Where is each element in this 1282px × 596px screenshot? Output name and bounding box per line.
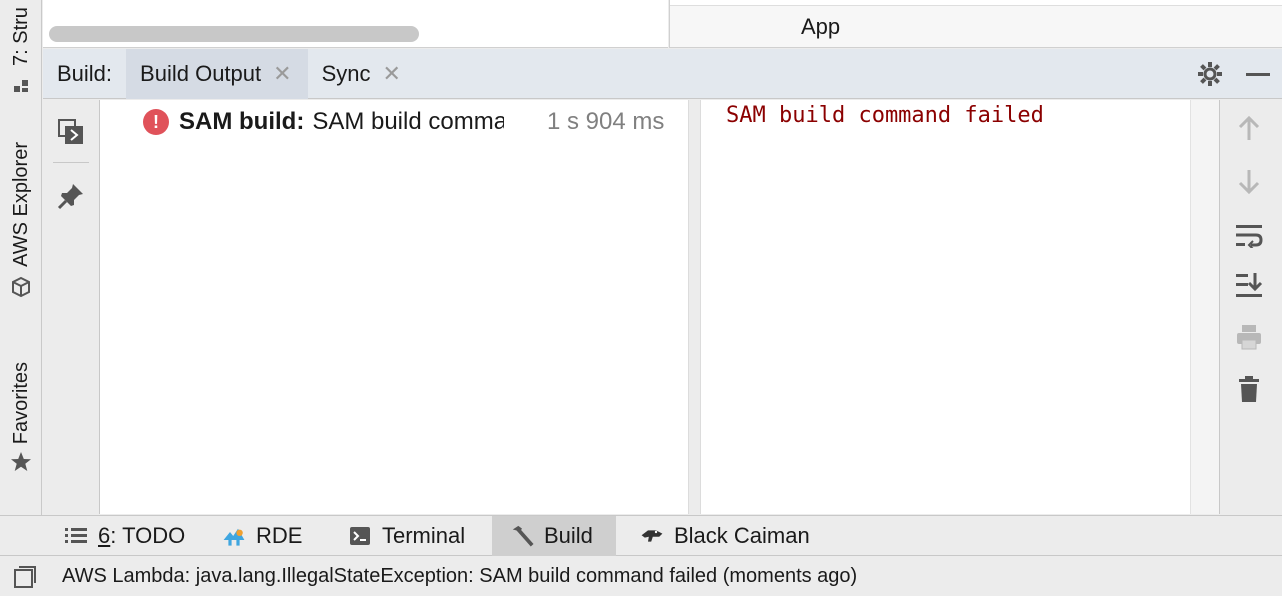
toggle-view-icon[interactable] [55, 116, 87, 148]
terminal-icon [348, 524, 372, 548]
print-icon[interactable] [1234, 322, 1264, 352]
build-tool-window-body: ! SAM build: SAM build command failed 1 … [43, 100, 1282, 514]
tab-sync-label: Sync [321, 60, 371, 86]
hammer-icon [510, 524, 534, 548]
error-icon: ! [143, 109, 169, 135]
close-icon[interactable]: ✕ [273, 61, 291, 87]
bottom-tab-terminal-label: Terminal [382, 523, 466, 548]
arrow-down-icon[interactable] [1234, 166, 1264, 196]
editor-right-topline [670, 0, 1282, 6]
cube-icon [9, 275, 33, 299]
left-tool-strip: 7: Stru AWS Explorer Favorites [0, 0, 42, 556]
bottom-tab-todo-prefix: 6 [98, 523, 111, 548]
build-left-toolbar [43, 100, 100, 514]
favorites-tool-tab[interactable]: Favorites [0, 362, 42, 474]
structure-icon [9, 74, 33, 98]
bottom-tab-black-caiman-label: Black Caiman [674, 523, 810, 548]
bottom-tab-terminal[interactable]: Terminal [330, 516, 483, 556]
tree-row-title: SAM build: [179, 108, 305, 135]
status-bar: AWS Lambda: java.lang.IllegalStateExcept… [0, 557, 1282, 596]
tree-row-duration: 1 s 904 ms [547, 108, 665, 135]
editor-right-pane: App [669, 0, 1282, 48]
pane-splitter[interactable] [688, 100, 701, 514]
arrow-up-icon[interactable] [1234, 114, 1264, 144]
tool-windows-toggle-icon[interactable] [12, 564, 38, 590]
console-scroll-gutter [1190, 100, 1219, 514]
tree-row-sam-build[interactable]: ! SAM build: SAM build command failed [143, 106, 504, 138]
close-icon[interactable]: ✕ [382, 61, 400, 87]
editor-pane [43, 0, 668, 48]
app-label: App [801, 14, 841, 39]
bottom-tab-build-label: Build [544, 523, 593, 548]
status-message[interactable]: AWS Lambda: java.lang.IllegalStateExcept… [62, 565, 857, 588]
build-tool-window-header: Build: Build Output ✕ Sync ✕ [43, 48, 1282, 99]
scroll-to-end-icon[interactable] [1234, 270, 1264, 300]
structure-tab-label: 7: Stru [9, 7, 32, 66]
list-icon [64, 524, 88, 548]
toolbar-separator [53, 162, 89, 163]
trash-icon[interactable] [1234, 374, 1264, 404]
bottom-tab-todo[interactable]: 6: TODO [46, 516, 203, 556]
bottom-tab-rde-label: RDE [256, 523, 303, 548]
editor-horizontal-scrollbar[interactable] [49, 26, 419, 42]
tab-sync[interactable]: Sync ✕ [308, 49, 417, 99]
rde-icon [222, 524, 246, 548]
favorites-tab-label: Favorites [9, 362, 32, 445]
tree-row-message: SAM build command failed [312, 108, 505, 135]
caiman-icon [640, 524, 664, 548]
build-tree: ! SAM build: SAM build command failed 1 … [101, 100, 688, 514]
bottom-tab-build[interactable]: Build [492, 516, 616, 556]
build-window-title: Build: [57, 60, 113, 86]
build-console: SAM build command failed [701, 100, 1190, 514]
bottom-tab-rde[interactable]: RDE [204, 516, 320, 556]
aws-explorer-tool-tab[interactable]: AWS Explorer [0, 142, 42, 299]
bottom-tab-black-caiman[interactable]: Black Caiman [622, 516, 828, 556]
tab-build-output-label: Build Output [140, 60, 262, 86]
console-right-toolbar [1219, 100, 1282, 514]
minimize-icon[interactable] [1244, 60, 1272, 88]
gear-icon[interactable] [1196, 60, 1224, 88]
structure-tool-tab[interactable]: 7: Stru [0, 0, 42, 98]
aws-explorer-tab-label: AWS Explorer [9, 142, 32, 267]
bottom-tab-todo-label: : TODO [110, 523, 186, 548]
bottom-tool-tabs: 6: TODO RDE Terminal Build Black Caiman [0, 515, 1282, 556]
soft-wrap-icon[interactable] [1234, 220, 1264, 250]
star-icon [9, 450, 33, 474]
tab-build-output[interactable]: Build Output ✕ [126, 48, 308, 99]
pin-icon[interactable] [55, 180, 87, 212]
console-output-line: SAM build command failed [726, 103, 1044, 128]
